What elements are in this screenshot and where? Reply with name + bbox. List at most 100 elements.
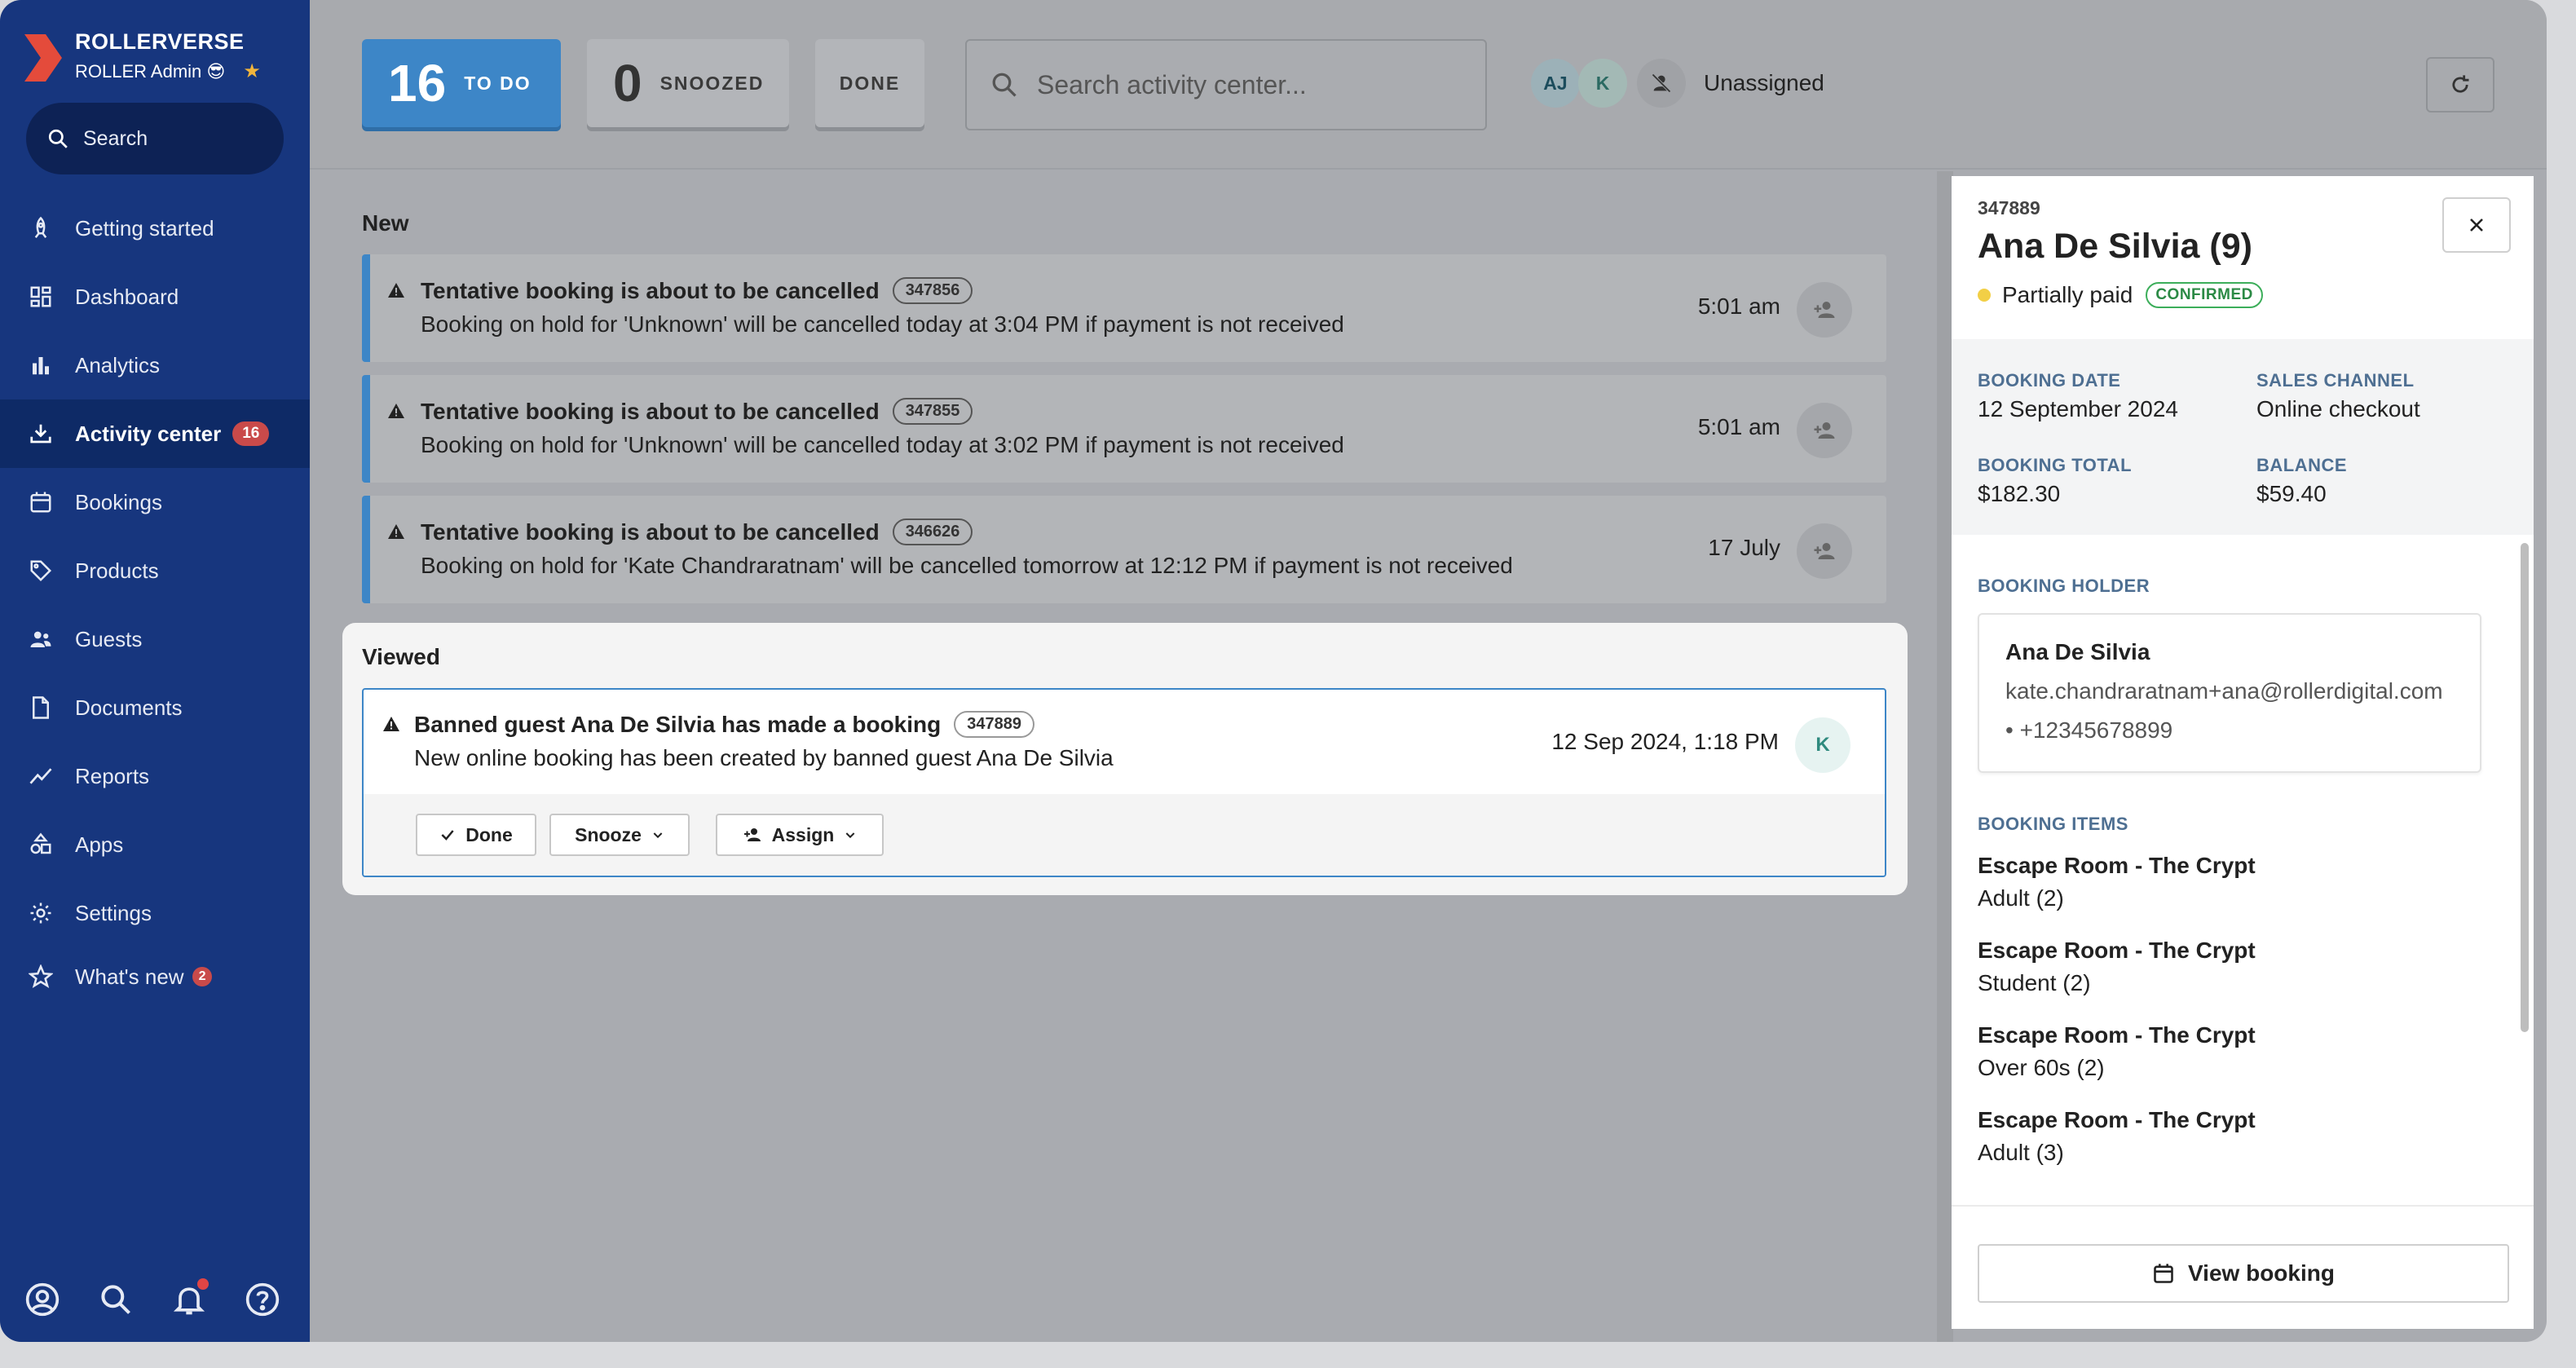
activity-description: Booking on hold for 'Kate Chandraratnam'…	[421, 553, 1513, 578]
favorite-star-icon[interactable]: ★	[243, 60, 261, 83]
sidebar-item-documents[interactable]: Documents	[0, 673, 310, 742]
activity-search-input[interactable]	[1037, 69, 1461, 100]
sidebar-item-activity-center[interactable]: Activity center 16	[0, 399, 310, 468]
bar-chart-icon	[28, 352, 54, 378]
unassigned-label[interactable]: Unassigned	[1704, 70, 1824, 96]
sidebar-item-reports[interactable]: Reports	[0, 742, 310, 810]
activity-item-selected[interactable]: Banned guest Ana De Silvia has made a bo…	[362, 688, 1886, 877]
brand-name: ROLLERVERSE	[75, 29, 245, 54]
sales-channel-label: SALES CHANNEL	[2256, 370, 2415, 391]
booking-holder-card[interactable]: Ana De Silvia kate.chandraratnam+ana@rol…	[1978, 613, 2481, 773]
search-icon[interactable]	[98, 1282, 134, 1317]
activity-item[interactable]: Tentative booking is about to be cancell…	[362, 254, 1886, 362]
panel-scrollbar[interactable]	[2521, 543, 2529, 1032]
assign-user-button[interactable]	[1797, 403, 1852, 458]
tab-todo[interactable]: 16 TO DO	[362, 39, 561, 127]
activity-time: 5:01 am	[1697, 414, 1780, 439]
avatar-k[interactable]: K	[1578, 59, 1627, 108]
add-person-icon	[1814, 302, 1835, 318]
refresh-icon	[2452, 75, 2469, 93]
booking-total-label: BOOKING TOTAL	[1978, 455, 2133, 475]
activity-item[interactable]: Tentative booking is about to be cancell…	[362, 496, 1886, 603]
sidebar-item-label: Activity center	[75, 421, 222, 446]
sidebar-item-dashboard[interactable]: Dashboard	[0, 263, 310, 331]
booking-item-detail: Adult (2)	[1978, 885, 2064, 911]
help-icon[interactable]	[245, 1282, 280, 1317]
balance: $59.40	[2256, 481, 2327, 506]
booking-summary: BOOKING DATE 12 September 2024 SALES CHA…	[1952, 339, 2534, 535]
sidebar-nav: Getting started Dashboard Analytics Acti…	[0, 194, 310, 1006]
refresh-button[interactable]	[2426, 57, 2494, 113]
sidebar-item-label: Dashboard	[75, 284, 179, 309]
holder-email[interactable]: kate.chandraratnam+ana@rollerdigital.com	[2005, 678, 2443, 704]
apps-icon	[28, 832, 54, 858]
activity-description: Booking on hold for 'Unknown' will be ca…	[421, 311, 1344, 337]
activity-toolbar: 16 TO DO 0 SNOOZED DONE AJ K Unassigned	[310, 0, 2547, 170]
booking-id-pill[interactable]: 347889	[954, 711, 1034, 738]
holder-name: Ana De Silvia	[2005, 639, 2150, 664]
document-icon	[28, 695, 54, 721]
snoozed-count: 0	[613, 54, 642, 113]
activity-description: New online booking has been created by b…	[414, 745, 1114, 770]
activity-description: Booking on hold for 'Unknown' will be ca…	[421, 432, 1344, 457]
todo-label: TO DO	[464, 72, 532, 94]
booking-id-pill[interactable]: 347856	[892, 277, 973, 304]
chevron-down-icon	[845, 832, 855, 839]
activity-time: 5:01 am	[1697, 293, 1780, 319]
activity-search[interactable]	[965, 39, 1487, 130]
booking-item-name: Escape Room - The Crypt	[1978, 1022, 2256, 1048]
assign-button[interactable]: Assign	[716, 814, 884, 856]
holder-phone[interactable]: • +12345678899	[2005, 717, 2172, 744]
account-icon[interactable]	[24, 1282, 60, 1317]
brand[interactable]: ROLLERVERSE ROLLER Admin 😎 ★	[24, 29, 261, 83]
assign-button-label: Assign	[771, 823, 835, 845]
payment-status-dot	[1978, 289, 1991, 302]
sidebar-item-whats-new[interactable]: What's new 2	[0, 947, 310, 1006]
sidebar-item-label: Guests	[75, 626, 143, 651]
add-person-icon	[1814, 543, 1835, 559]
warning-icon	[388, 283, 404, 298]
bell-icon[interactable]	[171, 1278, 209, 1317]
view-booking-button[interactable]: View booking	[1978, 1244, 2509, 1303]
activity-item[interactable]: Tentative booking is about to be cancell…	[362, 375, 1886, 483]
booking-item-detail: Over 60s (2)	[1978, 1055, 2105, 1080]
snooze-button[interactable]: Snooze	[549, 814, 690, 856]
sidebar-search-button[interactable]: Search	[26, 103, 284, 174]
sidebar-item-label: Reports	[75, 763, 150, 788]
booking-item-name: Escape Room - The Crypt	[1978, 938, 2256, 963]
assignee-avatar[interactable]: K	[1795, 717, 1850, 773]
assignee-filter: AJ K Unassigned	[1531, 59, 1824, 108]
avatar-aj[interactable]: AJ	[1531, 59, 1580, 108]
assign-user-button[interactable]	[1797, 523, 1852, 579]
download-tray-icon	[28, 421, 54, 447]
sidebar-item-products[interactable]: Products	[0, 536, 310, 605]
sidebar-item-guests[interactable]: Guests	[0, 605, 310, 673]
sidebar-item-apps[interactable]: Apps	[0, 810, 310, 879]
booking-id-pill[interactable]: 346626	[892, 519, 973, 545]
calendar-icon	[2154, 1264, 2173, 1283]
tab-done[interactable]: DONE	[815, 39, 924, 127]
calendar-icon	[28, 489, 54, 515]
add-person-icon	[1814, 422, 1835, 439]
guest-name: Ana De Silvia (9)	[1978, 227, 2252, 266]
whats-new-badge: 2	[192, 967, 213, 986]
booking-id-pill[interactable]: 347855	[892, 398, 973, 425]
status-badge: CONFIRMED	[2146, 282, 2263, 308]
roller-logo-icon	[24, 34, 62, 82]
done-button[interactable]: Done	[416, 814, 536, 856]
sidebar-item-analytics[interactable]: Analytics	[0, 331, 310, 399]
trend-line-icon	[28, 763, 54, 789]
search-icon	[992, 73, 1017, 97]
booking-status-row: Partially paid CONFIRMED	[1978, 282, 2263, 308]
unassigned-icon[interactable]	[1637, 59, 1686, 108]
assign-user-button[interactable]	[1797, 282, 1852, 338]
brand-role: ROLLER Admin 😎	[75, 60, 226, 82]
sidebar-item-settings[interactable]: Settings	[0, 879, 310, 947]
rocket-icon	[28, 215, 54, 241]
close-panel-button[interactable]	[2442, 197, 2511, 253]
booking-date-label: BOOKING DATE	[1978, 370, 2121, 391]
sidebar-item-bookings[interactable]: Bookings	[0, 468, 310, 536]
activity-time: 17 July	[1708, 535, 1780, 560]
sidebar-item-getting-started[interactable]: Getting started	[0, 194, 310, 263]
tab-snoozed[interactable]: 0 SNOOZED	[587, 39, 789, 127]
